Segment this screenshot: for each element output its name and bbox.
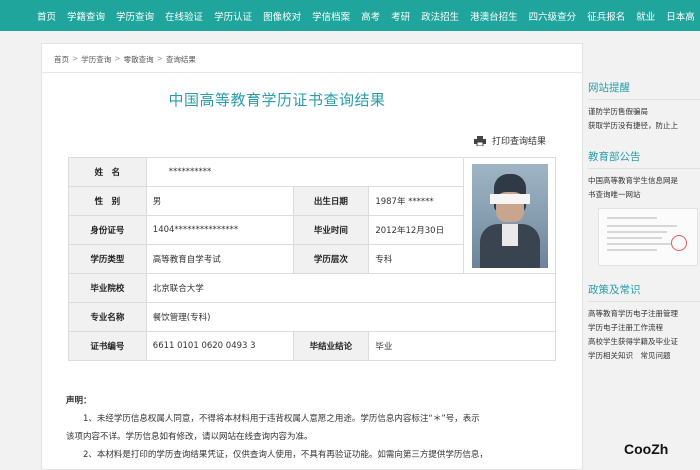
- top-navigation: 首页 学籍查询 学历查询 在线验证 学历认证 图像校对 学信档案 高考 考研 政…: [0, 0, 700, 31]
- nav-student-archive[interactable]: 学信档案: [312, 9, 350, 23]
- degree-type-label: 学历类型: [68, 244, 147, 274]
- nav-cet-score[interactable]: 四六级查分: [529, 9, 577, 23]
- policy-title: 政策及常识: [588, 284, 641, 296]
- print-result-button[interactable]: 打印查询结果: [474, 134, 546, 147]
- site-reminder-link-2[interactable]: 获取学历没有捷径，防止上: [588, 119, 700, 133]
- declaration: 声明： 1、未经学历信息权属人同意，不得将本材料用于违背权属人意愿之用途。学历信…: [66, 392, 571, 464]
- degree-level-value: 专科: [368, 244, 465, 274]
- policy-link-2[interactable]: 学历电子注册工作流程: [588, 321, 700, 335]
- graduation-result-label: 毕结业结论: [292, 331, 370, 361]
- nav-japan[interactable]: 日本高: [666, 9, 695, 23]
- nav-hk-macao-tw-admission[interactable]: 港澳台招生: [470, 9, 518, 23]
- site-reminder-title: 网站提醒: [588, 82, 630, 94]
- nav-law-admission[interactable]: 政法招生: [421, 9, 459, 23]
- declaration-paragraph-1-cont: 该项内容不详。学历信息如有修改，请以网站在线查询内容为准。: [66, 432, 313, 442]
- nav-kaoyan[interactable]: 考研: [391, 9, 410, 23]
- breadcrumb-single-query[interactable]: 零散查询: [124, 54, 154, 65]
- nav-image-check[interactable]: 图像校对: [263, 9, 301, 23]
- gender-label: 性 别: [68, 186, 147, 216]
- certificate-number-label: 证书编号: [68, 331, 147, 361]
- policy-link-3[interactable]: 高校学生获得学籍及毕业证: [588, 335, 700, 349]
- nav-home[interactable]: 首页: [37, 9, 56, 23]
- name-label: 姓 名: [68, 157, 147, 187]
- birth-value: 1987年 ******: [368, 186, 465, 216]
- watermark: CooZh: [624, 441, 669, 457]
- school-value: 北京联合大学: [145, 273, 557, 303]
- grad-time-value: 2012年12月30日: [368, 215, 465, 245]
- degree-type-value: 高等教育自学考试: [145, 244, 294, 274]
- print-label: 打印查询结果: [492, 137, 547, 147]
- printer-icon: [474, 135, 486, 146]
- nav-employment[interactable]: 就业: [636, 9, 655, 23]
- nav-degree-query[interactable]: 学历查询: [116, 9, 154, 23]
- birth-label: 出生日期: [292, 186, 370, 216]
- major-label: 专业名称: [68, 302, 147, 332]
- site-reminder-link-1[interactable]: 谨防学历售假骗局: [588, 105, 700, 119]
- nav-enrollment-query[interactable]: 学籍查询: [67, 9, 105, 23]
- policy-link-4[interactable]: 学历相关知识 常见问题: [588, 349, 700, 363]
- graduation-result-value: 毕业: [368, 331, 556, 361]
- nav-online-verify[interactable]: 在线验证: [165, 9, 203, 23]
- result-panel: 首页 > 学历查询 > 零散查询 > 查询结果 中国高等教育学历证书查询结果 打印查询…: [41, 43, 583, 470]
- major-value: 餐饮管理(专科): [145, 302, 557, 332]
- id-label: 身份证号: [68, 215, 147, 245]
- breadcrumb: 首页 > 学历查询 > 零散查询 > 查询结果: [54, 54, 196, 65]
- name-value: **********: [145, 157, 465, 187]
- declaration-heading: 声明：: [66, 396, 92, 406]
- divider: [42, 72, 582, 73]
- red-seal-icon: [671, 235, 687, 251]
- school-label: 毕业院校: [68, 273, 147, 303]
- sidebar: 网站提醒 谨防学历售假骗局 获取学历没有捷径，防止上 教育部公告 中国高等教育学…: [588, 80, 700, 363]
- certificate-number-value: 6611 0101 0620 0493 3: [145, 331, 294, 361]
- breadcrumb-result: 查询结果: [165, 55, 196, 64]
- degree-info-table: 姓 名 ********** 性 别 男 出生日期 1987年 ****** 身…: [68, 157, 557, 361]
- gender-value: 男: [145, 186, 294, 216]
- id-value: 1404***************: [145, 215, 294, 245]
- declaration-paragraph-1: 1、未经学历信息权属人同意，不得将本材料用于违背权属人意愿之用途。学历信息内容标…: [83, 414, 480, 424]
- ministry-notice-title: 教育部公告: [588, 151, 641, 163]
- degree-level-label: 学历层次: [292, 244, 370, 274]
- notice-document-image[interactable]: [598, 208, 698, 266]
- ministry-notice-line-1[interactable]: 中国高等教育学生信息网是: [588, 174, 700, 188]
- grad-time-label: 毕业时间: [292, 215, 370, 245]
- declaration-paragraph-2: 2、本材料是打印的学历查询结果凭证，仅供查询人使用，不具有再验证功能。如需向第三…: [83, 450, 488, 460]
- policy-link-1[interactable]: 高等教育学历电子注册管理: [588, 307, 700, 321]
- nav-degree-certification[interactable]: 学历认证: [214, 9, 252, 23]
- breadcrumb-degree-query[interactable]: 学历查询: [81, 54, 111, 65]
- page-title: 中国高等教育学历证书查询结果: [168, 91, 386, 109]
- breadcrumb-home[interactable]: 首页: [54, 54, 69, 65]
- nav-gaokao[interactable]: 高考: [361, 9, 380, 23]
- student-photo: [471, 163, 548, 268]
- photo-cell: [463, 157, 556, 274]
- nav-conscription[interactable]: 征兵报名: [587, 9, 625, 23]
- ministry-notice-line-2[interactable]: 书查询唯一网站: [588, 188, 700, 202]
